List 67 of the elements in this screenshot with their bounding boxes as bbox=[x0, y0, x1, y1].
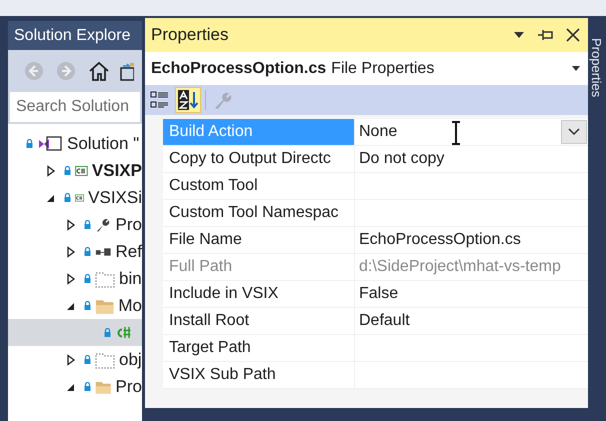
csharp-file-icon bbox=[115, 326, 133, 340]
dashed-folder-icon bbox=[95, 350, 115, 368]
property-value: None bbox=[359, 122, 398, 142]
expand-arrow-icon[interactable] bbox=[46, 164, 56, 176]
search-field[interactable]: Search Solution bbox=[10, 92, 140, 122]
tree-item-label: Solution " bbox=[67, 132, 140, 155]
lock-icon bbox=[84, 355, 91, 364]
tree-item-label: bin bbox=[119, 268, 142, 290]
lock-icon bbox=[84, 301, 91, 310]
tree-item-label: obj bbox=[119, 348, 142, 371]
references-icon bbox=[95, 246, 112, 258]
lock-icon bbox=[26, 139, 33, 148]
tree-item[interactable]: bin bbox=[8, 265, 142, 292]
lock-icon bbox=[64, 193, 71, 202]
property-name[interactable]: Install Root bbox=[163, 308, 355, 334]
tree-item-label: Ref bbox=[116, 240, 142, 263]
property-value: Default bbox=[359, 311, 410, 331]
expand-arrow-icon[interactable] bbox=[66, 246, 76, 258]
lock-icon bbox=[104, 328, 111, 337]
property-value: Do not copy bbox=[359, 149, 444, 169]
sort-alphabetical-button[interactable] bbox=[175, 87, 201, 113]
property-value: False bbox=[359, 284, 398, 304]
object-selector[interactable]: EchoProcessOption.cs File Properties bbox=[145, 52, 588, 85]
dropdown-button[interactable] bbox=[561, 120, 587, 144]
lock-icon bbox=[84, 247, 91, 256]
lock-icon bbox=[84, 220, 91, 229]
dashed-folder-icon bbox=[95, 270, 115, 288]
tree-item-label: VSIXSi bbox=[88, 186, 142, 209]
chevron-down-icon bbox=[568, 128, 580, 136]
panel-title: Solution Explore bbox=[14, 26, 131, 46]
lock-icon bbox=[84, 274, 91, 283]
property-value: d:\SideProject\mhat-vs-temp bbox=[359, 257, 561, 277]
lock-icon bbox=[84, 382, 91, 391]
side-tab[interactable]: Properties bbox=[589, 38, 604, 98]
tree-item-label: Mo bbox=[118, 294, 142, 317]
expand-arrow-icon[interactable] bbox=[66, 218, 76, 230]
lock-icon bbox=[64, 166, 71, 175]
property-name[interactable]: Target Path bbox=[163, 335, 355, 361]
tree-item[interactable]: VSIXSi bbox=[8, 184, 142, 211]
tree-item[interactable]: Mo bbox=[8, 292, 142, 319]
property-name[interactable]: Include in VSIX bbox=[163, 281, 355, 307]
expand-arrow-icon[interactable] bbox=[66, 354, 76, 366]
object-name: EchoProcessOption.cs bbox=[151, 58, 326, 78]
object-type: File Properties bbox=[331, 58, 434, 78]
tree-item[interactable]: Pro bbox=[8, 373, 142, 400]
close-icon[interactable] bbox=[566, 28, 580, 42]
tree-item[interactable]: VSIXP bbox=[8, 157, 142, 184]
dropdown-icon[interactable] bbox=[514, 32, 524, 38]
property-name[interactable]: Custom Tool Namespac bbox=[163, 200, 355, 226]
tree-item[interactable]: Solution " bbox=[8, 130, 142, 157]
text-cursor-icon bbox=[451, 121, 461, 145]
tree-item[interactable]: obj bbox=[8, 346, 142, 373]
tree-item-label: Pro bbox=[116, 376, 142, 398]
property-name[interactable]: Copy to Output Directc bbox=[163, 146, 355, 172]
panel-title: Properties bbox=[151, 24, 228, 46]
expand-arrow-icon[interactable] bbox=[66, 272, 76, 284]
dropdown-icon bbox=[572, 66, 580, 71]
property-value: EchoProcessOption.cs bbox=[359, 230, 521, 250]
solution-icon bbox=[37, 134, 63, 152]
property-name[interactable]: VSIX Sub Path bbox=[163, 362, 355, 388]
property-name[interactable]: File Name bbox=[163, 227, 355, 253]
pin-icon[interactable] bbox=[538, 29, 554, 41]
property-name[interactable]: Custom Tool bbox=[163, 173, 355, 199]
tree-item-label: VSIXP bbox=[92, 160, 142, 182]
tree-item-label: Pro bbox=[116, 214, 142, 236]
tree-item[interactable]: Ref bbox=[8, 238, 142, 265]
tree-item[interactable]: Pro bbox=[8, 211, 142, 238]
